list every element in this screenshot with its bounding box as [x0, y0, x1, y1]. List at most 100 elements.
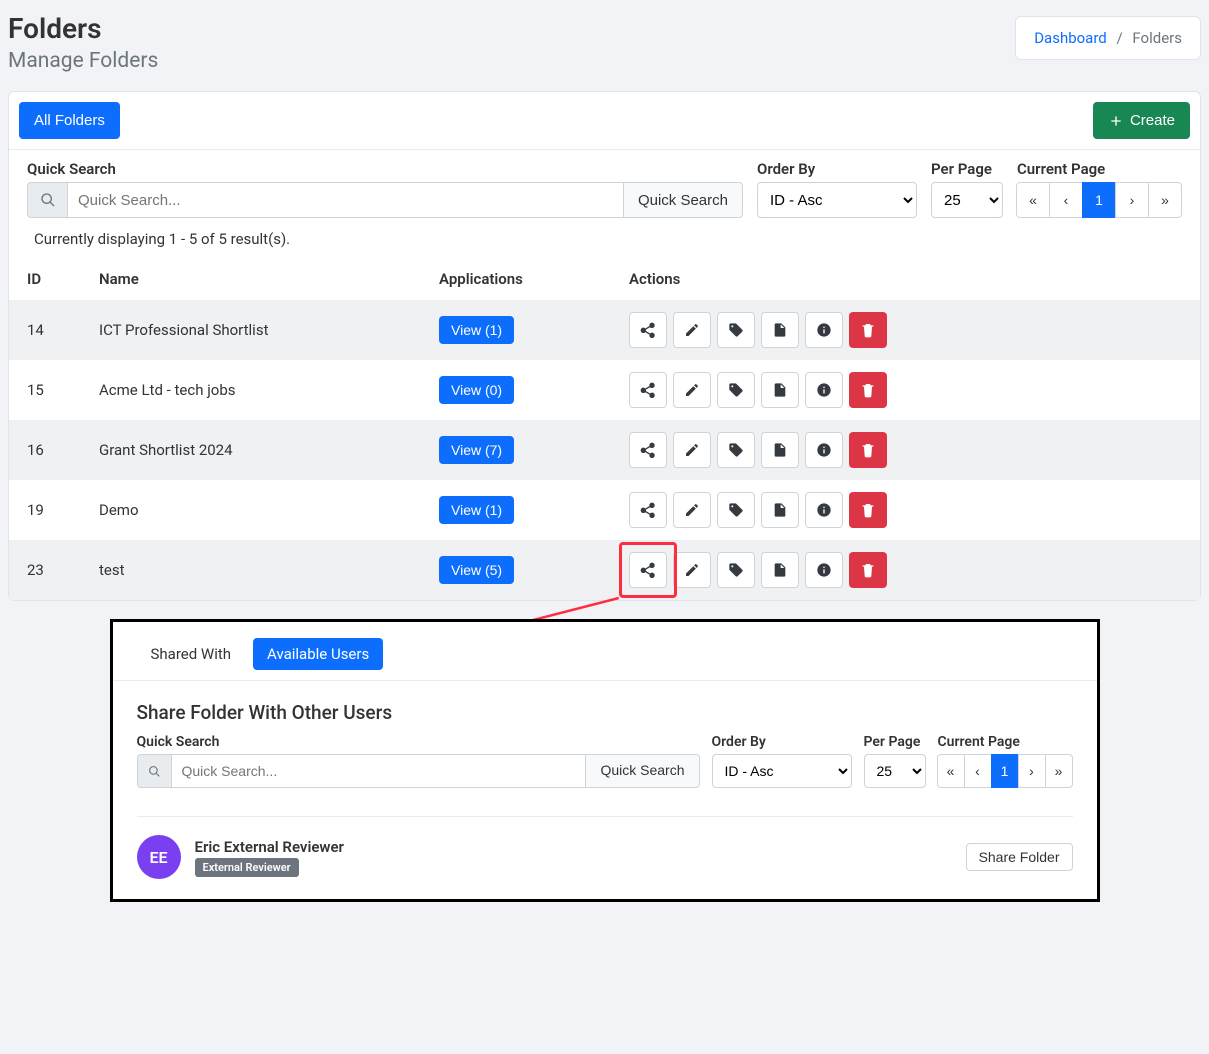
pager: « ‹ 1 › » — [1017, 182, 1182, 218]
edit-button[interactable] — [673, 432, 711, 468]
modal-pager-last[interactable]: » — [1045, 754, 1073, 788]
cell-actions — [619, 540, 1200, 600]
cell-id: 15 — [9, 360, 89, 420]
cell-name: Demo — [89, 480, 429, 540]
search-icon — [40, 192, 56, 208]
view-button[interactable]: View (7) — [439, 436, 514, 464]
folders-card: All Folders Create Quick Search Quick Se… — [8, 91, 1201, 601]
file-button[interactable] — [761, 432, 799, 468]
cell-name: ICT Professional Shortlist — [89, 300, 429, 360]
current-page-label: Current Page — [1017, 160, 1182, 178]
quick-search-button[interactable]: Quick Search — [624, 182, 743, 218]
breadcrumb-dashboard[interactable]: Dashboard — [1034, 29, 1107, 47]
view-button[interactable]: View (0) — [439, 376, 514, 404]
modal-pager-page-1[interactable]: 1 — [991, 754, 1019, 788]
quick-search-input[interactable] — [67, 182, 624, 218]
table-row: 16Grant Shortlist 2024 View (7) — [9, 420, 1200, 480]
view-button[interactable]: View (5) — [439, 556, 514, 584]
info-icon — [816, 382, 832, 398]
per-page-select[interactable]: 25 — [931, 182, 1003, 218]
results-count: Currently displaying 1 - 5 of 5 result(s… — [9, 230, 1200, 258]
delete-button[interactable] — [849, 552, 887, 588]
tag-button[interactable] — [717, 552, 755, 588]
cell-id: 16 — [9, 420, 89, 480]
tag-button[interactable] — [717, 492, 755, 528]
pager-prev[interactable]: ‹ — [1049, 182, 1083, 218]
all-folders-button[interactable]: All Folders — [19, 102, 120, 139]
share-button[interactable] — [629, 312, 667, 348]
modal-order-by-label: Order By — [712, 734, 852, 750]
modal-quick-search-button[interactable]: Quick Search — [586, 754, 699, 788]
edit-button[interactable] — [673, 312, 711, 348]
pager-first[interactable]: « — [1016, 182, 1050, 218]
create-button[interactable]: Create — [1093, 102, 1190, 139]
plus-icon — [1108, 113, 1124, 129]
edit-button[interactable] — [673, 492, 711, 528]
page-subtitle: Manage Folders — [8, 49, 158, 73]
tag-icon — [728, 562, 744, 578]
search-icon — [148, 765, 161, 778]
file-button[interactable] — [761, 312, 799, 348]
info-button[interactable] — [805, 552, 843, 588]
edit-button[interactable] — [673, 552, 711, 588]
share-button[interactable] — [629, 432, 667, 468]
edit-button[interactable] — [673, 372, 711, 408]
info-button[interactable] — [805, 432, 843, 468]
per-page-label: Per Page — [931, 160, 1003, 178]
tag-button[interactable] — [717, 372, 755, 408]
delete-button[interactable] — [849, 492, 887, 528]
order-by-select[interactable]: ID - Asc — [757, 182, 917, 218]
tab-available-users[interactable]: Available Users — [253, 638, 383, 670]
pager-page-1[interactable]: 1 — [1082, 182, 1116, 218]
modal-pager-first[interactable]: « — [937, 754, 965, 788]
modal-quick-search-input[interactable] — [171, 754, 587, 788]
tag-icon — [728, 322, 744, 338]
share-folder-button[interactable]: Share Folder — [966, 843, 1073, 871]
view-button[interactable]: View (1) — [439, 316, 514, 344]
file-icon — [772, 322, 788, 338]
tag-button[interactable] — [717, 312, 755, 348]
breadcrumb-sep: / — [1116, 29, 1122, 47]
modal-search-icon-addon — [137, 754, 171, 788]
file-icon — [772, 382, 788, 398]
delete-button[interactable] — [849, 372, 887, 408]
file-button[interactable] — [761, 552, 799, 588]
trash-icon — [860, 442, 876, 458]
cell-actions — [619, 360, 1200, 420]
modal-order-by-select[interactable]: ID - Asc — [712, 754, 852, 788]
view-button[interactable]: View (1) — [439, 496, 514, 524]
file-button[interactable] — [761, 372, 799, 408]
delete-button[interactable] — [849, 432, 887, 468]
cell-applications: View (0) — [429, 360, 619, 420]
cell-name: Grant Shortlist 2024 — [89, 420, 429, 480]
cell-name: Acme Ltd - tech jobs — [89, 360, 429, 420]
modal-per-page-select[interactable]: 25 — [864, 754, 926, 788]
cell-actions — [619, 300, 1200, 360]
tag-icon — [728, 502, 744, 518]
trash-icon — [860, 562, 876, 578]
info-button[interactable] — [805, 312, 843, 348]
file-button[interactable] — [761, 492, 799, 528]
delete-button[interactable] — [849, 312, 887, 348]
tag-icon — [728, 442, 744, 458]
modal-pager-next[interactable]: › — [1018, 754, 1046, 788]
share-button[interactable] — [629, 552, 667, 588]
share-button[interactable] — [629, 492, 667, 528]
modal-pager-prev[interactable]: ‹ — [964, 754, 992, 788]
cell-actions — [619, 480, 1200, 540]
table-row: 15Acme Ltd - tech jobs View (0) — [9, 360, 1200, 420]
info-button[interactable] — [805, 492, 843, 528]
trash-icon — [860, 322, 876, 338]
share-button[interactable] — [629, 372, 667, 408]
pager-last[interactable]: » — [1148, 182, 1182, 218]
cell-applications: View (5) — [429, 540, 619, 600]
info-button[interactable] — [805, 372, 843, 408]
folders-table: ID Name Applications Actions 14ICT Profe… — [9, 258, 1200, 600]
tag-icon — [728, 382, 744, 398]
tag-button[interactable] — [717, 432, 755, 468]
pager-next[interactable]: › — [1115, 182, 1149, 218]
breadcrumb: Dashboard / Folders — [1015, 16, 1201, 60]
cell-applications: View (1) — [429, 480, 619, 540]
tab-shared-with[interactable]: Shared With — [137, 638, 246, 670]
modal-quick-search-label: Quick Search — [137, 734, 700, 750]
